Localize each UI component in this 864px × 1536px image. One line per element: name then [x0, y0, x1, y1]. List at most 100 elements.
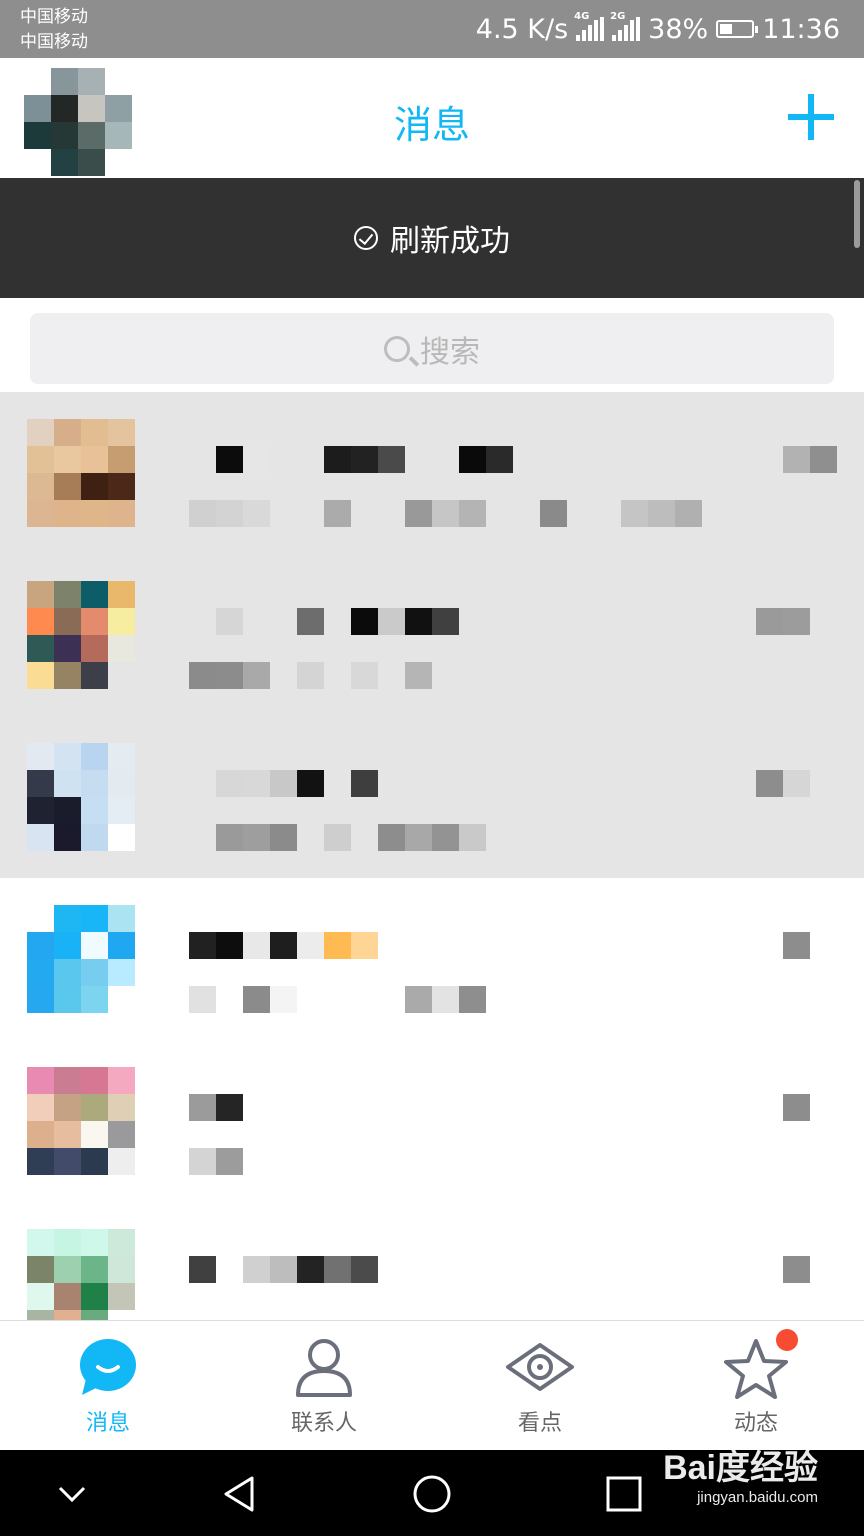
pixel-block: [405, 500, 432, 527]
pixel-block: [108, 1148, 135, 1175]
pixel-block: [81, 986, 108, 1013]
pixel-block: [216, 932, 243, 959]
pixel-block: [216, 1148, 243, 1175]
pixel-block: [27, 932, 54, 959]
pixel-block: [756, 608, 783, 635]
conversation-row[interactable]: [0, 878, 864, 1040]
pixel-block: [459, 500, 486, 527]
scrollbar[interactable]: [854, 180, 860, 248]
app-header: 消息: [0, 58, 864, 178]
pixel-block: [405, 824, 432, 851]
conversation-row[interactable]: [0, 392, 864, 554]
status-right: 4.5 K/s 4G 2G 38% 11:36: [476, 11, 840, 46]
pixel-block: [81, 446, 108, 473]
pixel-block: [243, 1256, 270, 1283]
conversation-row[interactable]: [0, 1040, 864, 1202]
pixel-block: [378, 446, 405, 473]
pixel-block: [27, 473, 54, 500]
watermark: Bai度经验 jingyan.baidu.com: [663, 1440, 818, 1506]
pixel-block: [54, 635, 81, 662]
pixel-block: [27, 1310, 54, 1320]
message-bubble-icon: [80, 1339, 136, 1395]
chevron-down-icon[interactable]: [50, 1472, 94, 1516]
eye-icon: [506, 1343, 574, 1391]
carrier-1: 中国移动: [20, 7, 88, 27]
pixel-block: [27, 446, 54, 473]
pixel-block: [108, 1121, 135, 1148]
carrier-2: 中国移动: [20, 32, 88, 52]
tab-discover[interactable]: 看点: [460, 1321, 620, 1451]
avatar-pixel: [78, 68, 105, 95]
avatar-pixel: [51, 149, 78, 176]
pixel-block: [432, 824, 459, 851]
pixel-block: [108, 419, 135, 446]
pixel-block: [81, 770, 108, 797]
pixel-block: [405, 986, 432, 1013]
pixel-block: [270, 986, 297, 1013]
pixel-block: [216, 824, 243, 851]
conversation-list[interactable]: [0, 392, 864, 1320]
pixel-block: [783, 446, 810, 473]
sim1-tag: 4G: [574, 11, 590, 22]
pixel-block: [189, 500, 216, 527]
pixel-block: [27, 797, 54, 824]
refresh-toast: 刷新成功: [0, 178, 864, 298]
pixel-block: [27, 959, 54, 986]
tab-label: 动态: [733, 1411, 778, 1436]
search-container: 搜索: [0, 298, 864, 392]
add-plus-icon[interactable]: [788, 94, 834, 140]
pixel-block: [324, 932, 351, 959]
pixel-block: [108, 662, 135, 689]
bottom-tab-bar: 消息 联系人 看点 动态: [0, 1320, 864, 1451]
pixel-block: [270, 824, 297, 851]
back-triangle-icon[interactable]: [218, 1472, 262, 1516]
conversation-row[interactable]: [0, 554, 864, 716]
pixel-block: [108, 743, 135, 770]
pixel-block: [27, 1256, 54, 1283]
pixel-block: [108, 473, 135, 500]
pixel-block: [54, 1283, 81, 1310]
pixel-block: [243, 446, 270, 473]
pixel-block: [81, 473, 108, 500]
pixel-block: [783, 608, 810, 635]
page-title: 消息: [393, 103, 470, 147]
home-circle-icon[interactable]: [410, 1472, 454, 1516]
tab-contacts[interactable]: 联系人: [244, 1321, 404, 1451]
pixel-block: [108, 932, 135, 959]
conversation-row[interactable]: [0, 1202, 864, 1320]
pixel-block: [216, 446, 243, 473]
pixel-block: [216, 770, 243, 797]
watermark-url: jingyan.baidu.com: [697, 1489, 818, 1506]
pixel-block: [81, 608, 108, 635]
pixel-block: [108, 581, 135, 608]
search-input[interactable]: 搜索: [30, 313, 834, 384]
pixel-block: [27, 662, 54, 689]
pixel-block: [351, 932, 378, 959]
pixel-block: [108, 959, 135, 986]
pixel-block: [189, 662, 216, 689]
toast-text: 刷新成功: [390, 224, 510, 259]
pixel-block: [324, 1256, 351, 1283]
pixel-block: [54, 500, 81, 527]
pixel-block: [81, 1256, 108, 1283]
pixel-block: [351, 1256, 378, 1283]
pixel-block: [27, 986, 54, 1013]
tab-label: 联系人: [290, 1411, 357, 1436]
pixel-block: [297, 932, 324, 959]
pixel-block: [54, 1067, 81, 1094]
pixel-block: [459, 446, 486, 473]
conversation-row[interactable]: [0, 716, 864, 878]
pixel-block: [243, 824, 270, 851]
pixel-block: [432, 986, 459, 1013]
pixel-block: [351, 446, 378, 473]
pixel-block: [108, 1229, 135, 1256]
pixel-block: [297, 608, 324, 635]
recents-square-icon[interactable]: [602, 1472, 646, 1516]
tab-moments[interactable]: 动态: [676, 1321, 836, 1451]
avatar-pixel: [51, 68, 78, 95]
avatar-pixel: [105, 149, 132, 176]
tab-messages[interactable]: 消息: [28, 1321, 188, 1451]
pixel-block: [432, 500, 459, 527]
pixel-block: [270, 932, 297, 959]
pixel-block: [108, 608, 135, 635]
